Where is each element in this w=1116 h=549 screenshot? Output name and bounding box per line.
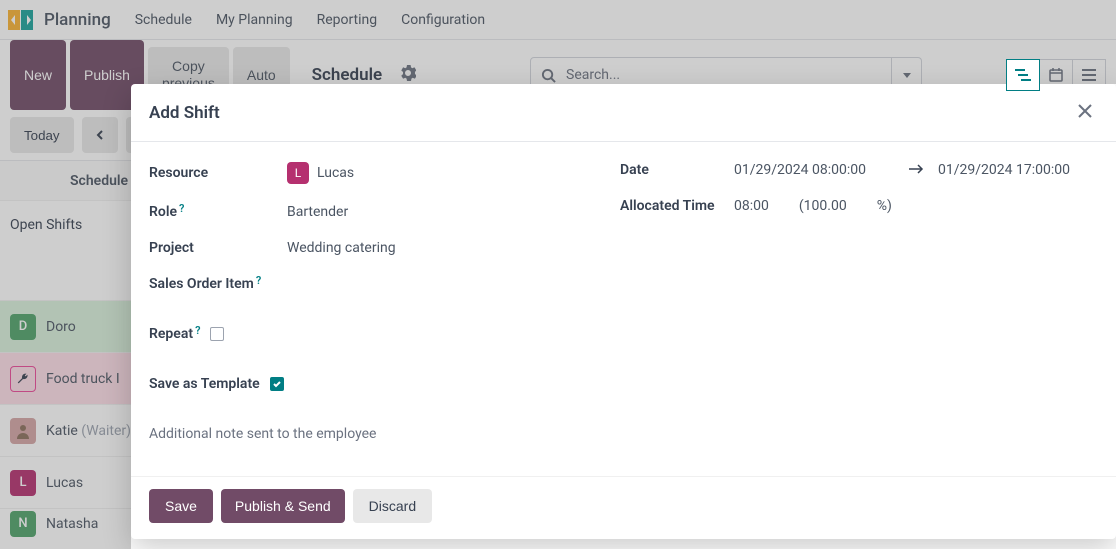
- date-label: Date: [620, 162, 734, 178]
- role-label: Role?: [149, 204, 287, 220]
- role-value[interactable]: Bartender: [287, 204, 348, 220]
- date-end-value[interactable]: 01/29/2024 17:00:00: [938, 162, 1098, 178]
- allocated-time-label: Allocated Time: [620, 198, 734, 214]
- close-button[interactable]: [1072, 98, 1098, 127]
- repeat-checkbox[interactable]: [210, 327, 224, 341]
- repeat-field: Repeat?: [149, 326, 620, 342]
- arrow-right-icon: [908, 162, 924, 178]
- resource-field: Resource L Lucas: [149, 162, 620, 184]
- date-start-value[interactable]: 01/29/2024 08:00:00: [734, 162, 894, 178]
- save-template-label: Save as Template: [149, 376, 260, 392]
- resource-avatar: L: [287, 162, 309, 184]
- repeat-label: Repeat?: [149, 326, 200, 342]
- form-left-column: Resource L Lucas Role? Bartender Project…: [149, 162, 620, 466]
- project-label: Project: [149, 240, 287, 256]
- form-right-column: Date 01/29/2024 08:00:00 01/29/2024 17:0…: [620, 162, 1098, 466]
- help-icon[interactable]: ?: [195, 324, 200, 337]
- allocated-time-value[interactable]: 08:00 (100.00 %): [734, 198, 892, 214]
- alloc-percent-suffix: %): [877, 198, 892, 214]
- role-field: Role? Bartender: [149, 204, 620, 220]
- view-gantt-button[interactable]: [1006, 59, 1040, 91]
- save-template-field: Save as Template: [149, 376, 620, 392]
- check-icon: [272, 379, 282, 389]
- help-icon[interactable]: ?: [256, 274, 261, 287]
- alloc-percent: (100.00: [799, 198, 847, 214]
- sales-order-item-label: Sales Order Item?: [149, 276, 261, 292]
- publish-send-button[interactable]: Publish & Send: [221, 489, 345, 523]
- discard-button[interactable]: Discard: [353, 489, 432, 523]
- modal-footer: Save Publish & Send Discard: [131, 476, 1116, 539]
- allocated-time-field: Allocated Time 08:00 (100.00 %): [620, 198, 1098, 214]
- save-button[interactable]: Save: [149, 489, 213, 523]
- resource-name-value: Lucas: [317, 165, 354, 181]
- resource-label: Resource: [149, 165, 287, 181]
- project-field: Project Wedding catering: [149, 240, 620, 256]
- help-icon[interactable]: ?: [179, 202, 184, 215]
- alloc-hours: 08:00: [734, 198, 769, 214]
- save-template-checkbox[interactable]: [270, 377, 284, 391]
- date-field: Date 01/29/2024 08:00:00 01/29/2024 17:0…: [620, 162, 1098, 178]
- modal-header: Add Shift: [131, 84, 1116, 142]
- modal-title: Add Shift: [149, 103, 220, 123]
- close-icon: [1076, 102, 1094, 120]
- project-value[interactable]: Wedding catering: [287, 240, 396, 256]
- add-shift-modal: Add Shift Resource L Lucas Role?: [131, 84, 1116, 539]
- gantt-icon: [1015, 68, 1031, 82]
- sales-order-item-field: Sales Order Item?: [149, 276, 620, 292]
- modal-body: Resource L Lucas Role? Bartender Project…: [131, 142, 1116, 476]
- resource-value[interactable]: L Lucas: [287, 162, 354, 184]
- note-placeholder[interactable]: Additional note sent to the employee: [149, 426, 620, 442]
